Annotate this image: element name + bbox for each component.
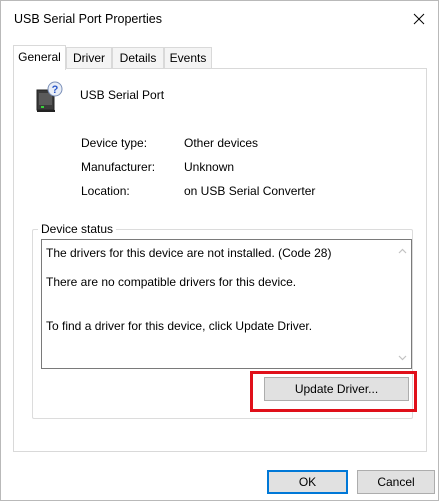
device-name: USB Serial Port [80,88,165,102]
tab-events[interactable]: Events [164,47,212,68]
scroll-down-button[interactable] [394,349,411,366]
tab-driver[interactable]: Driver [66,47,112,68]
close-button[interactable] [404,5,434,33]
status-line: The drivers for this device are not inst… [46,246,332,260]
svg-text:?: ? [52,84,59,96]
scroll-up-button[interactable] [394,242,411,259]
properties-dialog: USB Serial Port Properties General Drive… [0,0,439,501]
device-status-textbox[interactable]: The drivers for this device are not inst… [41,239,412,369]
cancel-button[interactable]: Cancel [357,470,435,494]
ok-button[interactable]: OK [267,470,348,494]
tab-general[interactable]: General [13,45,66,70]
tab-details[interactable]: Details [112,47,164,68]
manufacturer-label: Manufacturer: [81,160,156,174]
location-value: on USB Serial Converter [184,184,316,198]
window-title: USB Serial Port Properties [14,12,162,26]
status-scrollbar[interactable] [394,240,411,368]
status-line: To find a driver for this device, click … [46,319,313,333]
device-status-label: Device status [38,222,117,236]
update-driver-button[interactable]: Update Driver... [264,377,409,401]
manufacturer-value: Unknown [184,160,235,174]
title-bar[interactable]: USB Serial Port Properties [1,1,438,37]
device-type-value: Other devices [184,136,259,150]
device-type-label: Device type: [81,136,148,150]
chevron-down-icon [398,355,407,360]
location-label: Location: [81,184,130,198]
close-icon [413,13,425,25]
status-line: There are no compatible drivers for this… [46,275,297,289]
chevron-up-icon [398,248,407,253]
unknown-device-icon: ? [36,81,63,112]
